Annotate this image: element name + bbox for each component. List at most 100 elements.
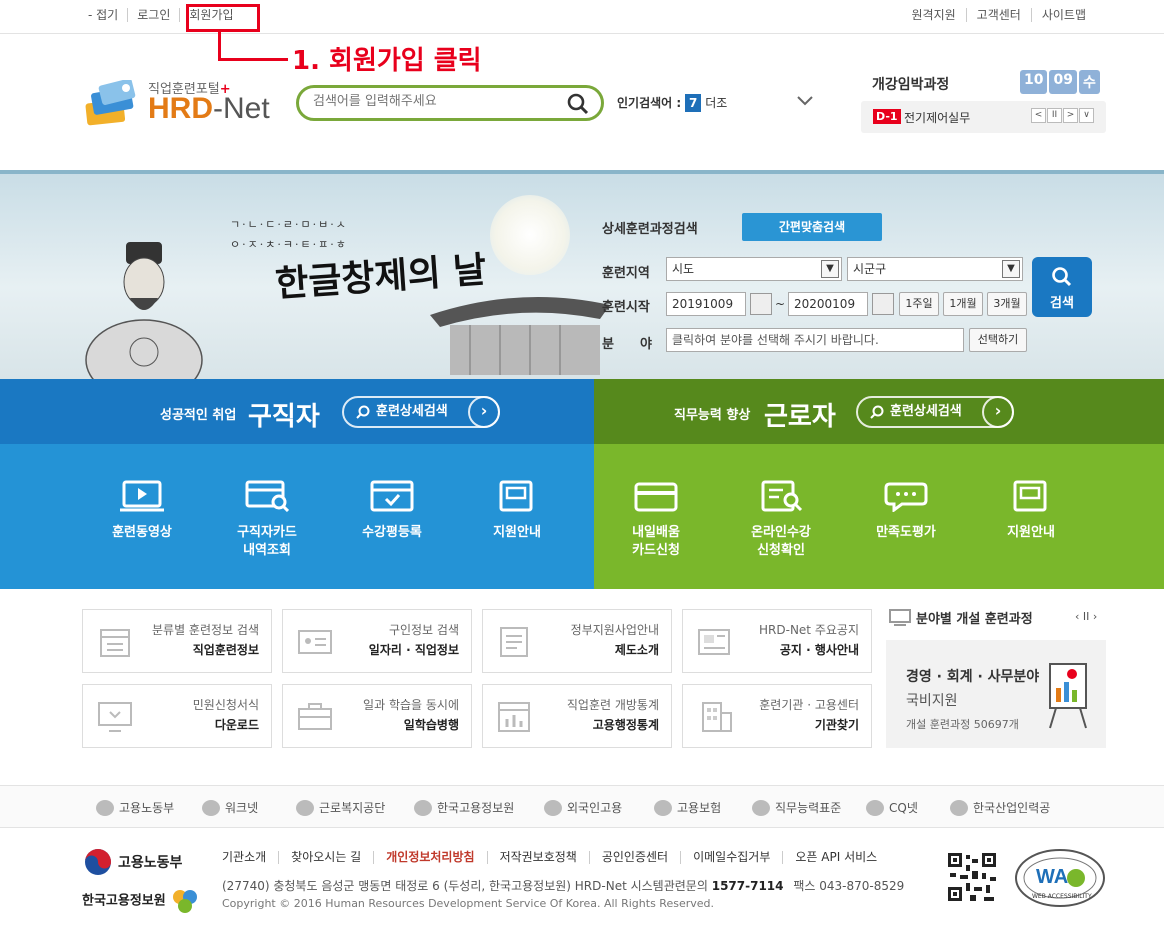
- search-input[interactable]: [313, 94, 563, 109]
- field-courses-box[interactable]: 경영 · 회계 · 사무분야 국비지원 개설 훈련과정 50697개: [886, 640, 1106, 748]
- quick-statistics[interactable]: 직업훈련 개방통계 고용행정통계: [482, 684, 672, 748]
- org-link-worknet[interactable]: 워크넷: [202, 799, 258, 816]
- banner-consonants: ㄱ·ㄴ·ㄷ·ㄹ·ㅁ·ㅂ·ㅅ ㅇ·ㅈ·ㅊ·ㅋ·ㅌ·ㅍ·ㅎ: [230, 216, 348, 252]
- opening-weekday: 수: [1078, 70, 1100, 94]
- ministry-logo[interactable]: 고용노동부: [84, 848, 182, 876]
- document-search-icon: [761, 480, 803, 512]
- remote-support-link[interactable]: 원격지원: [901, 8, 965, 22]
- worker-item-card-apply[interactable]: 내일배움 카드신청: [596, 480, 716, 560]
- footer-link-about[interactable]: 기관소개: [222, 851, 278, 864]
- org-link-keis[interactable]: 한국고용정보원: [414, 799, 514, 816]
- sitemap-link[interactable]: 사이트맵: [1030, 8, 1096, 22]
- prev-button[interactable]: <: [1031, 108, 1046, 123]
- web-accessibility-badge[interactable]: WA WEB ACCESSIBILITY: [1014, 848, 1106, 908]
- quick-sub: 민원신청서식: [192, 698, 259, 712]
- dropdown-arrow-icon: ▼: [821, 260, 839, 278]
- org-link-ncs[interactable]: 직무능력표준: [752, 799, 841, 816]
- quick-work-learning[interactable]: 일과 학습을 동시에 일학습병행: [282, 684, 472, 748]
- org-link-moel[interactable]: 고용노동부: [96, 799, 174, 816]
- field-select-button[interactable]: 선택하기: [969, 328, 1027, 352]
- collapse-link[interactable]: - 접기: [88, 8, 127, 22]
- dday-badge: D-1: [873, 109, 901, 124]
- org-name: 한국고용정보원: [437, 801, 515, 815]
- card-search-icon: [245, 480, 289, 512]
- date-from-input[interactable]: 20191009: [666, 292, 746, 316]
- quick-training-info[interactable]: 분류별 훈련정보 검색 직업훈련정보: [82, 609, 272, 673]
- opening-course-link[interactable]: 전기제어실무: [904, 109, 970, 126]
- org-name: 고용노동부: [119, 801, 175, 815]
- quick-download[interactable]: 민원신청서식 다운로드: [82, 684, 272, 748]
- quick-notice[interactable]: HRD-Net 주요공지 공지 · 행사안내: [682, 609, 872, 673]
- quick-main: 직업훈련정보: [192, 643, 259, 657]
- worker-item-support[interactable]: 지원안내: [971, 480, 1091, 542]
- jobseeker-item-review[interactable]: 수강평등록: [332, 480, 452, 542]
- quick-find-institution[interactable]: 훈련기관 · 고용센터 기관찾기: [682, 684, 872, 748]
- pause-button[interactable]: II: [1047, 108, 1062, 123]
- jobseeker-item-label: 수강평등록: [362, 525, 422, 540]
- next-button[interactable]: >: [1063, 108, 1078, 123]
- org-logo-icon: [752, 799, 770, 816]
- quick-policy[interactable]: 정부지원사업안내 제도소개: [482, 609, 672, 673]
- period-1month-button[interactable]: 1개월: [943, 292, 983, 316]
- agency-logo[interactable]: 한국고용정보원: [82, 888, 200, 914]
- chart-icon: [498, 702, 530, 732]
- org-link-comwel[interactable]: 근로복지공단: [296, 799, 385, 816]
- calendar-icon[interactable]: [872, 293, 894, 315]
- annotation-text: 1. 회원가입 클릭: [292, 46, 482, 76]
- footer-link-directions[interactable]: 찾아오시는 길: [278, 851, 373, 864]
- presentation-board-icon: [1049, 663, 1087, 729]
- jobseeker-detail-search-button[interactable]: 훈련상세검색 ›: [342, 396, 500, 428]
- search-icon: [356, 405, 370, 419]
- moon-decoration: [490, 195, 570, 275]
- field-courses-category: 경영 · 회계 · 사무분야: [906, 669, 1040, 685]
- footer-link-privacy[interactable]: 개인정보처리방침: [373, 851, 486, 864]
- footer-link-copyright-policy[interactable]: 저작권보호정책: [486, 851, 589, 864]
- worker-item-online[interactable]: 온라인수강 신청확인: [721, 480, 841, 560]
- jobseeker-item-support[interactable]: 지원안내: [457, 480, 577, 542]
- simple-search-button[interactable]: 간편맞춤검색: [742, 213, 882, 241]
- org-link-ei[interactable]: 고용보험: [654, 799, 721, 816]
- hrd-logo-icon[interactable]: [82, 80, 142, 126]
- worker-item-satisfaction[interactable]: 만족도평가: [846, 480, 966, 542]
- jobseeker-title: 구직자: [248, 402, 320, 432]
- opening-month: 10: [1020, 70, 1048, 94]
- region-sido-select[interactable]: 시도 ▼: [666, 257, 842, 281]
- footer-link-open-api[interactable]: 오픈 API 서비스: [782, 851, 889, 864]
- period-1week-button[interactable]: 1주일: [899, 292, 939, 316]
- jobseeker-item-card[interactable]: 구직자카드 내역조회: [207, 480, 327, 560]
- login-link[interactable]: 로그인: [127, 8, 179, 22]
- chevron-down-icon[interactable]: [796, 94, 814, 108]
- period-3month-button[interactable]: 3개월: [987, 292, 1027, 316]
- detail-search-label: 검색: [1050, 296, 1074, 311]
- org-link-cqnet[interactable]: CQ넷: [866, 799, 918, 816]
- expand-button[interactable]: ∨: [1079, 108, 1094, 123]
- org-link-hrdkorea[interactable]: 한국산업인력공: [950, 799, 1050, 816]
- org-logo-icon: [950, 799, 968, 816]
- customer-center-link[interactable]: 고객센터: [965, 8, 1031, 22]
- region-sigungu-select[interactable]: 시군구 ▼: [847, 257, 1023, 281]
- search-icon[interactable]: [567, 93, 589, 115]
- org-link-eps[interactable]: 외국인고용: [544, 799, 622, 816]
- calendar-icon[interactable]: [750, 293, 772, 315]
- footer-link-certificate[interactable]: 공인인증센터: [588, 851, 680, 864]
- field-label-1: 분: [602, 337, 614, 352]
- footer-link-email-refusal[interactable]: 이메일수집거부: [680, 851, 782, 864]
- popular-keyword[interactable]: 더조: [705, 96, 727, 110]
- opening-controls: < II > ∨: [1031, 108, 1094, 123]
- king-sejong-illustration: [85, 242, 203, 380]
- field-courses-controls[interactable]: ‹ II ›: [1075, 610, 1097, 623]
- field-label-2: 야: [640, 337, 652, 352]
- footer-fax: 팩스 043-870-8529: [793, 879, 905, 893]
- field-select-input[interactable]: 클릭하여 분야를 선택해 주시기 바랍니다.: [666, 328, 964, 352]
- detail-search-button[interactable]: 검색: [1032, 257, 1092, 317]
- quick-job-info[interactable]: 구인정보 검색 일자리 · 직업정보: [282, 609, 472, 673]
- popular-keywords[interactable]: 인기검색어 :7 더조: [617, 94, 727, 112]
- org-name: CQ넷: [889, 801, 918, 815]
- review-icon: [370, 480, 414, 512]
- logo-name[interactable]: HRD-Net: [148, 92, 270, 126]
- jobseeker-item-video[interactable]: 훈련동영상: [82, 480, 202, 542]
- start-label: 훈련시작: [602, 300, 650, 315]
- date-to-input[interactable]: 20200109: [788, 292, 868, 316]
- video-icon: [120, 480, 164, 512]
- worker-detail-search-button[interactable]: 훈련상세검색 ›: [856, 396, 1014, 428]
